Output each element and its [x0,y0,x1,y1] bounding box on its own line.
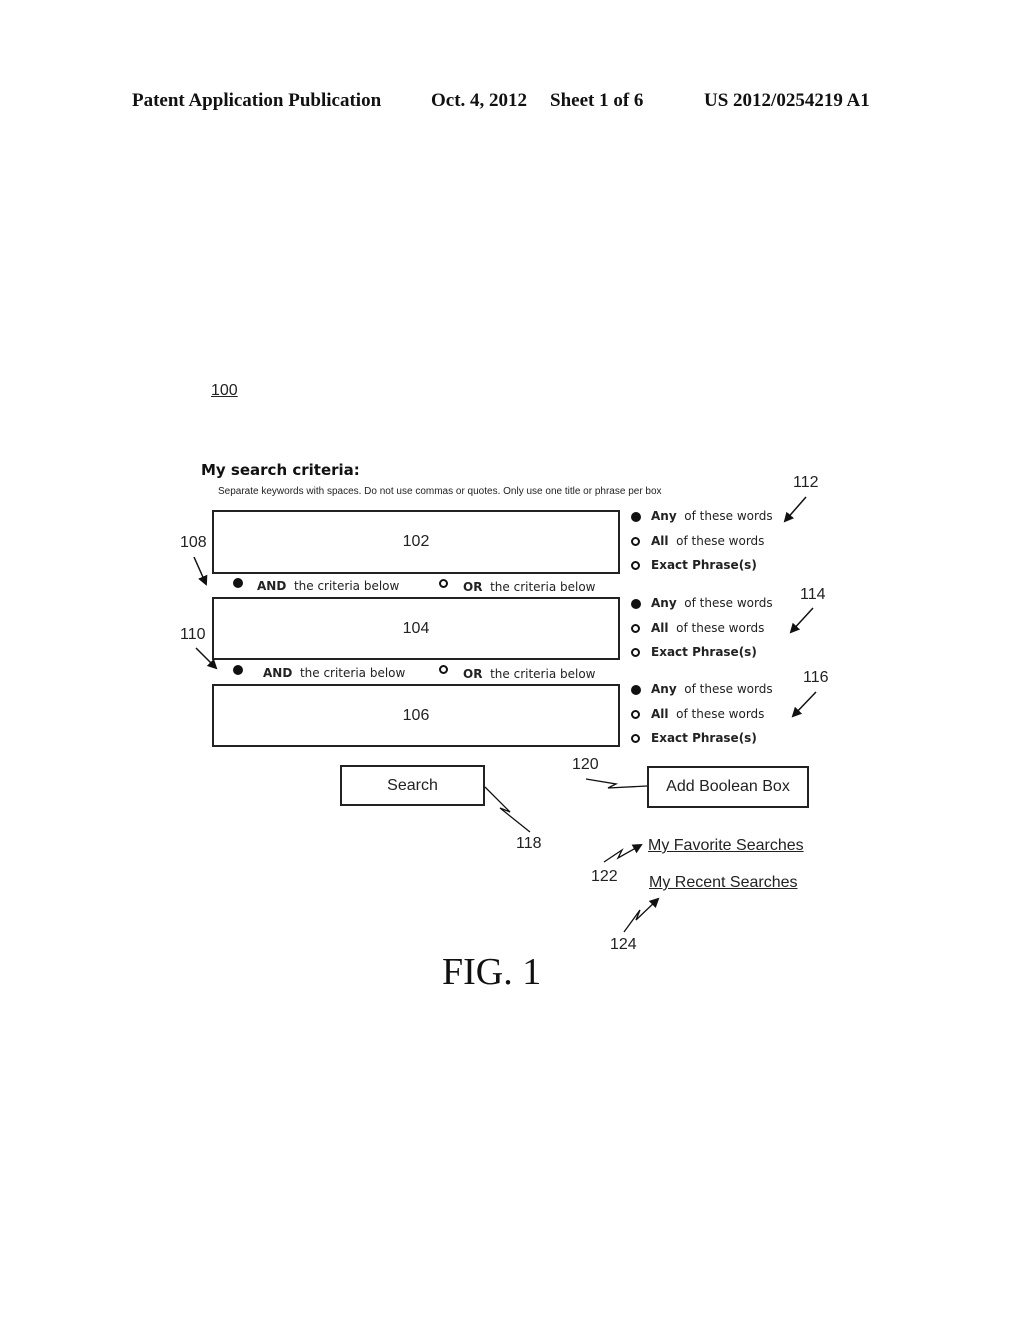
arrow-114 [789,607,814,634]
leader-120 [585,778,648,789]
any-option-label: Any of these words [651,509,773,523]
or-radio[interactable] [439,579,448,588]
box-ref-label: 106 [402,706,430,724]
exact-option-label: Exact Phrase(s) [651,731,757,745]
ref-118: 118 [516,835,542,852]
or-option-label: OR the criteria below [463,667,596,681]
and-radio-selected[interactable] [233,665,243,675]
any-radio-selected[interactable] [631,512,641,522]
any-radio-selected[interactable] [631,685,641,695]
ref-112: 112 [793,474,819,491]
exact-option-label: Exact Phrase(s) [651,645,757,659]
keyword-box-106[interactable]: 106 [212,684,620,747]
arrow-108 [193,556,208,586]
ref-116: 116 [803,669,829,686]
add-boolean-box-button[interactable]: Add Boolean Box [647,766,809,808]
favorite-searches-link[interactable]: My Favorite Searches [648,837,804,855]
exact-option-label: Exact Phrase(s) [651,558,757,572]
form-instructions: Separate keywords with spaces. Do not us… [218,486,662,497]
exact-radio[interactable] [631,648,640,657]
or-option-label: OR the criteria below [463,580,596,594]
and-option-label: AND the criteria below [263,666,406,680]
keyword-box-104[interactable]: 104 [212,597,620,660]
box-ref-label: 102 [402,533,430,550]
ref-120: 120 [572,756,599,773]
figure-ref-100: 100 [211,382,238,399]
sheet-number: Sheet 1 of 6 [550,90,644,111]
recent-searches-link[interactable]: My Recent Searches [649,874,798,892]
all-radio[interactable] [631,624,640,633]
leader-lines [193,496,817,933]
exact-radio[interactable] [631,561,640,570]
any-option-label: Any of these words [651,596,773,610]
exact-radio[interactable] [631,734,640,743]
and-radio-selected[interactable] [233,578,243,588]
ref-108: 108 [180,534,207,551]
keyword-box-102[interactable]: 102 [212,510,620,574]
all-radio[interactable] [631,710,640,719]
box-ref-label: 104 [402,619,430,637]
leader-118 [484,786,531,833]
publication-date: Oct. 4, 2012 [431,90,528,111]
arrow-116 [791,691,817,718]
all-option-label: All of these words [651,621,765,635]
and-option-label: AND the criteria below [257,579,400,593]
all-option-label: All of these words [651,534,765,548]
any-option-label: Any of these words [651,682,773,696]
arrow-122 [603,844,643,863]
ref-122: 122 [591,868,618,885]
arrow-112 [783,496,807,523]
ref-124: 124 [610,936,637,953]
search-button[interactable]: Search [340,765,485,806]
all-radio[interactable] [631,537,640,546]
ref-110: 110 [180,626,206,643]
or-radio[interactable] [439,665,448,674]
patent-number: US 2012/0254219 A1 [704,90,870,111]
ref-114: 114 [800,586,826,603]
figure-caption: FIG. 1 [442,951,542,993]
arrow-124 [623,897,660,933]
all-option-label: All of these words [651,707,765,721]
publication-label: Patent Application Publication [132,90,382,111]
form-title: My search criteria: [201,461,360,479]
any-radio-selected[interactable] [631,599,641,609]
